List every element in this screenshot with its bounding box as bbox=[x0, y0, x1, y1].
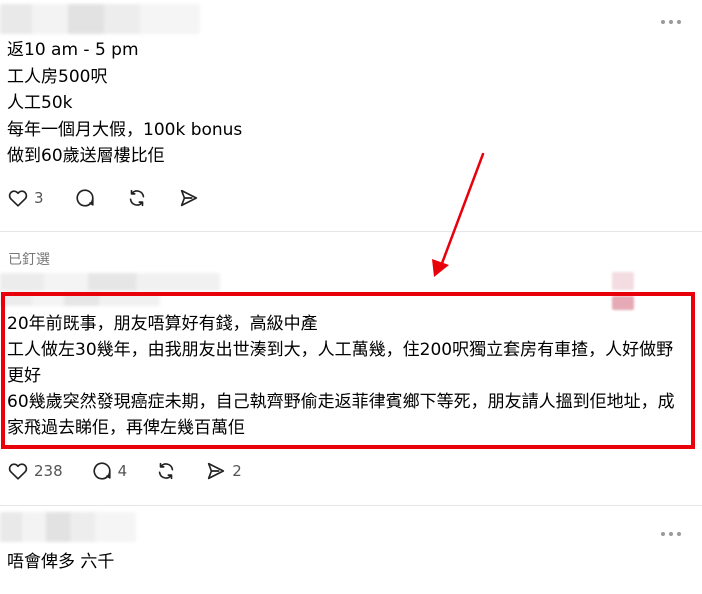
comment-count: 4 bbox=[117, 462, 128, 480]
post-divider bbox=[0, 231, 702, 232]
post-author-name-blurred bbox=[0, 4, 200, 34]
comment-avatar-blurred bbox=[612, 272, 634, 290]
like-button[interactable]: 238 bbox=[7, 460, 63, 482]
repost-button[interactable] bbox=[155, 460, 177, 482]
share-icon bbox=[208, 462, 225, 480]
heart-icon bbox=[8, 463, 28, 480]
comment-button[interactable]: 4 bbox=[91, 460, 128, 482]
share-button[interactable] bbox=[178, 187, 200, 209]
comment-icon bbox=[93, 462, 111, 480]
arrow-head bbox=[432, 259, 449, 277]
post-actions: 3 bbox=[7, 187, 200, 209]
comment-body-text: 20年前既事，朋友唔算好有錢，高級中產 工人做左30幾年，由我朋友出世湊到大，人… bbox=[7, 314, 675, 438]
like-count: 3 bbox=[34, 189, 44, 207]
reply-body-text: 唔會俾多 六千 bbox=[7, 552, 115, 572]
arrow-shaft bbox=[439, 152, 485, 268]
repost-button[interactable] bbox=[126, 187, 148, 209]
share-count: 2 bbox=[232, 462, 242, 480]
repost-icon bbox=[129, 189, 144, 207]
like-button[interactable]: 3 bbox=[7, 187, 44, 209]
comment-button[interactable] bbox=[74, 187, 96, 209]
reply-author-name-blurred bbox=[0, 512, 136, 542]
pinned-label: 已釘選 bbox=[8, 252, 50, 268]
comment-divider bbox=[0, 505, 702, 506]
like-count: 238 bbox=[34, 462, 63, 480]
comment-actions: 238 4 2 bbox=[7, 460, 242, 482]
more-icon[interactable] bbox=[661, 532, 681, 536]
more-icon[interactable] bbox=[661, 20, 681, 24]
heart-icon bbox=[8, 190, 28, 207]
comment-icon bbox=[75, 189, 94, 207]
share-button[interactable]: 2 bbox=[205, 460, 242, 482]
comment-author-name-blurred bbox=[0, 273, 220, 291]
repost-icon bbox=[158, 462, 174, 480]
post-body-text: 返10 am - 5 pm 工人房500呎 人工50k 每年一個月大假，100k… bbox=[7, 40, 243, 166]
share-icon bbox=[180, 189, 197, 207]
